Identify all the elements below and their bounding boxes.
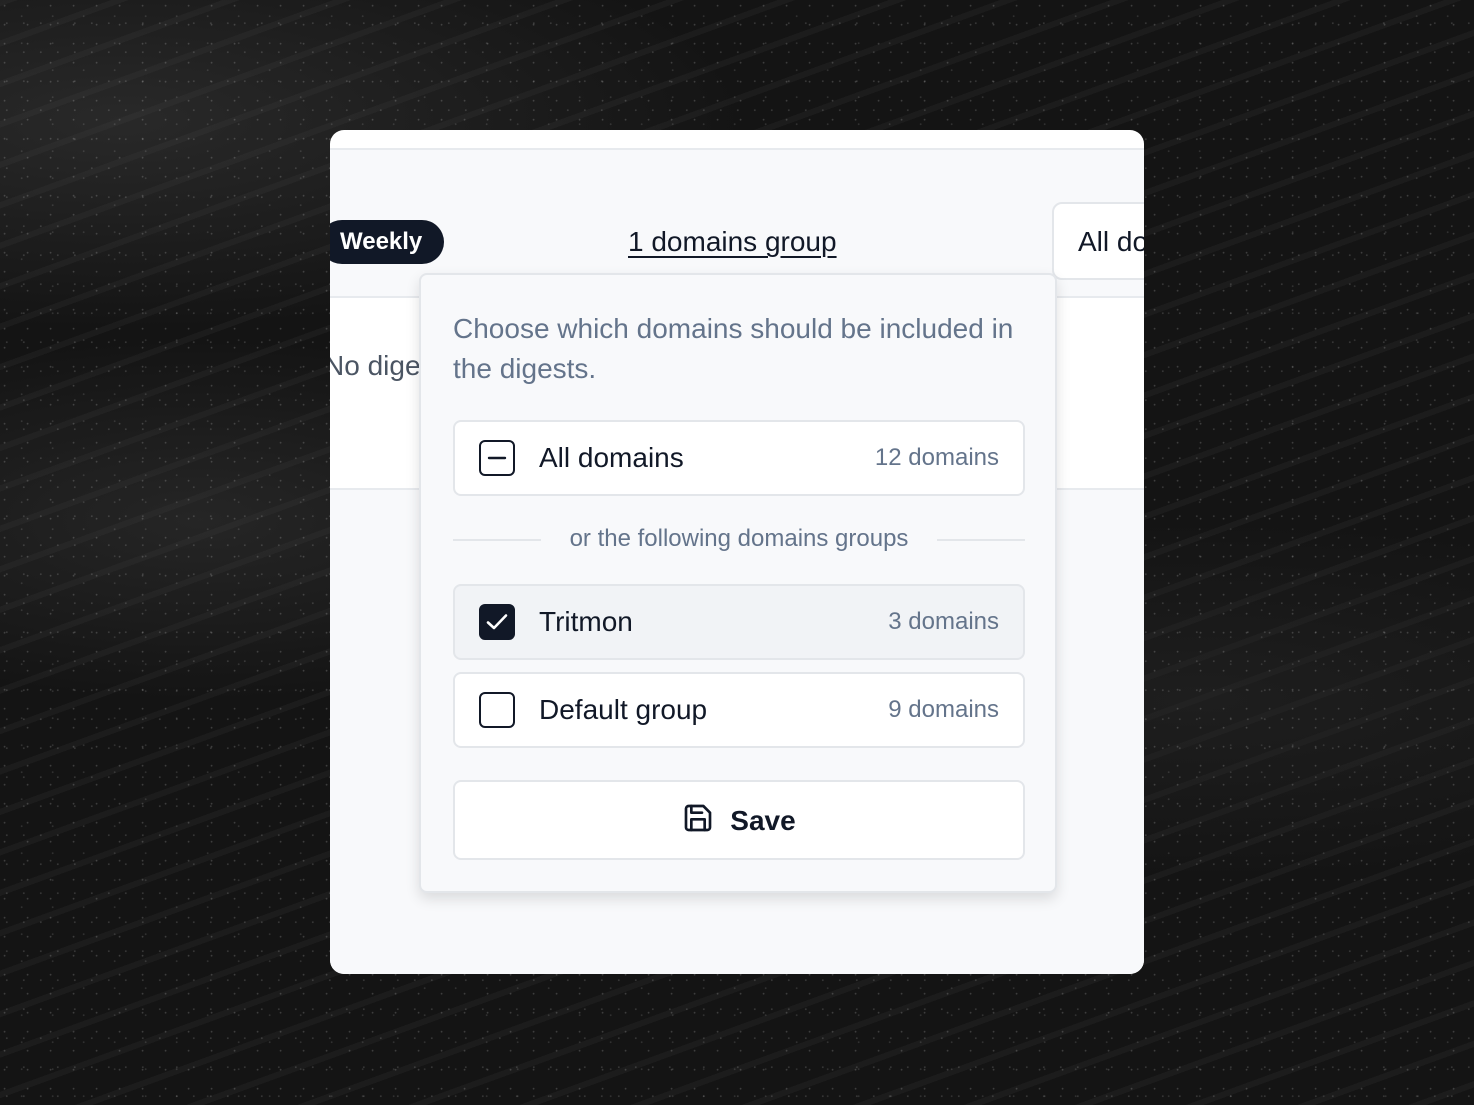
all-domains-option[interactable]: All domains 12 domains (453, 420, 1025, 496)
divider-line (937, 539, 1025, 541)
domains-popover: Choose which domains should be included … (419, 273, 1057, 893)
indeterminate-checkbox-icon[interactable] (479, 440, 515, 476)
popover-description: Choose which domains should be included … (453, 313, 1014, 384)
save-label: Save (730, 804, 796, 836)
divider-line (453, 539, 541, 541)
divider-text: or the following domains groups (569, 525, 909, 552)
option-label: Default group (539, 694, 708, 725)
domains-select[interactable]: All domains (1052, 202, 1144, 280)
domains-group-link[interactable]: 1 domains group (628, 224, 837, 260)
group-option-default-group[interactable]: Default group 9 domains (453, 672, 1025, 748)
option-count: 3 domains (888, 608, 999, 635)
option-label: All domains (539, 442, 684, 473)
unchecked-checkbox-icon[interactable] (479, 692, 515, 728)
option-count: 9 domains (888, 696, 999, 723)
floppy-disk-icon (682, 802, 714, 839)
option-count: 12 domains (874, 444, 999, 471)
checked-checkbox-icon[interactable] (479, 604, 515, 640)
option-label: Tritmon (539, 606, 633, 637)
frequency-badge: Weekly (330, 220, 445, 264)
save-button[interactable]: Save (453, 780, 1025, 860)
group-option-tritmon[interactable]: Tritmon 3 domains (453, 584, 1025, 660)
